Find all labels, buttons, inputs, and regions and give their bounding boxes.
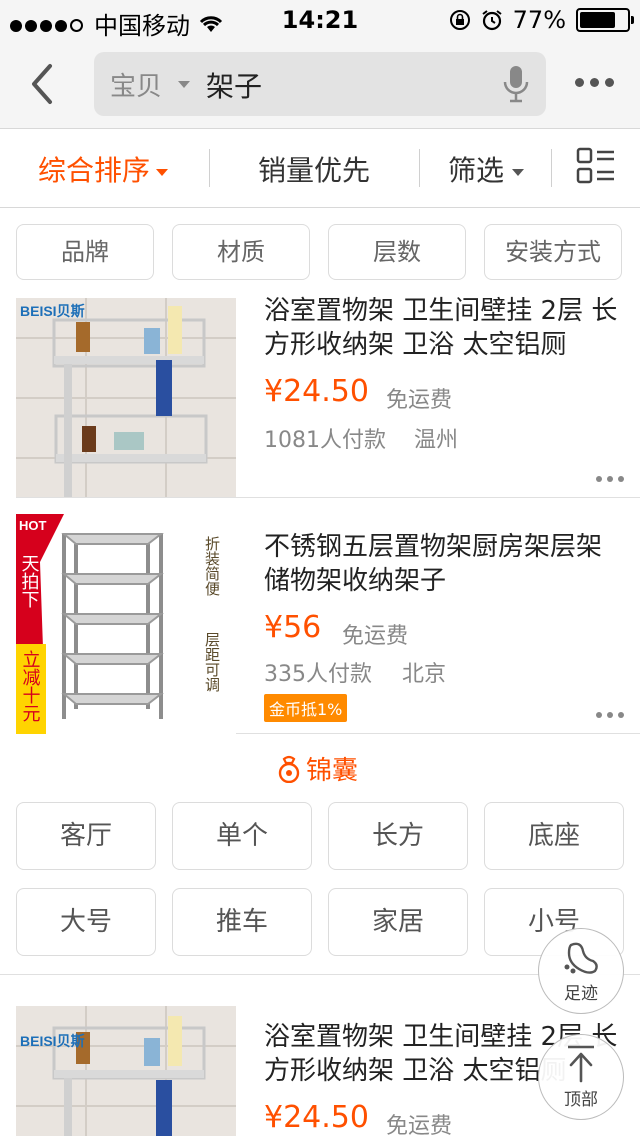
status-bar: 中国移动 14:21 77%	[0, 0, 640, 40]
jinnang-tag[interactable]: 客厅	[16, 802, 156, 870]
item-more-icon[interactable]	[596, 476, 624, 482]
pouch-icon	[278, 755, 300, 783]
status-right: 77%	[449, 6, 634, 34]
back-to-top-label: 顶部	[564, 1090, 598, 1110]
brand-mark: BEISI贝斯	[20, 303, 85, 319]
item-title[interactable]: 不锈钢五层置物架厨房架层架储物架收纳架子	[264, 530, 624, 598]
caret-down-icon	[512, 168, 525, 176]
sort-filter[interactable]: 筛选	[448, 149, 525, 189]
coin-badge: 金币抵1%	[264, 694, 348, 722]
jinnang-label: 锦囊	[306, 756, 359, 786]
filter-tag-brand[interactable]: 品牌	[16, 224, 154, 280]
divider	[209, 149, 210, 187]
microphone-icon[interactable]	[500, 64, 532, 104]
more-icon[interactable]	[575, 78, 614, 87]
sort-comprehensive[interactable]: 综合排序	[38, 149, 169, 189]
item-sold: 1081人付款	[264, 428, 386, 453]
footprint-label: 足迹	[564, 984, 598, 1004]
promo-right-label-1: 折装简便	[203, 536, 221, 597]
divider	[16, 497, 640, 498]
footprint-icon	[564, 942, 598, 974]
filter-tag-material[interactable]: 材质	[172, 224, 310, 280]
battery-fill	[580, 12, 616, 28]
item-location: 温州	[414, 428, 459, 453]
arrow-up-icon	[568, 1045, 594, 1083]
item-shipping: 免运费	[342, 624, 409, 649]
filter-tags: 品牌 材质 层数 安装方式	[0, 208, 640, 298]
item-price: ¥24.50	[264, 1100, 369, 1135]
item-sold: 335人付款	[264, 662, 372, 687]
sort-comprehensive-label: 综合排序	[38, 154, 151, 187]
jinnang-tag[interactable]: 大号	[16, 888, 156, 956]
sort-sales[interactable]: 销量优先	[258, 149, 370, 189]
product-thumbnail: BEISI贝斯	[16, 298, 236, 498]
item-location: 北京	[402, 662, 447, 687]
item-shipping: 免运费	[386, 388, 453, 413]
item-title[interactable]: 浴室置物架 卫生间壁挂 2层 长方形收纳架 卫浴 太空铝厕	[264, 294, 624, 362]
jinnang-tag[interactable]: 推车	[172, 888, 312, 956]
divider	[551, 149, 552, 187]
alarm-icon	[482, 10, 502, 31]
battery-percent: 77%	[512, 6, 566, 34]
jinnang-tag[interactable]: 单个	[172, 802, 312, 870]
item-price: ¥24.50	[264, 374, 369, 409]
list-item[interactable]: BEISI贝斯 浴室置物架 卫生间壁挂 2层 长方形收纳架 卫浴 太空铝厕 ¥2…	[0, 296, 640, 498]
jinnang-tag[interactable]: 底座	[484, 802, 624, 870]
search-scope[interactable]: 宝贝	[110, 66, 162, 103]
brand-mark: BEISI贝斯	[20, 1033, 85, 1049]
item-price: ¥56	[264, 610, 322, 645]
promo-hot-label: HOT	[19, 518, 47, 533]
search-box[interactable]: 宝贝 架子	[94, 52, 546, 116]
filter-tag-install[interactable]: 安装方式	[484, 224, 622, 280]
item-shipping: 免运费	[386, 1114, 453, 1139]
product-thumbnail: BEISI贝斯	[16, 1006, 236, 1136]
battery-icon	[576, 8, 634, 32]
divider	[236, 733, 640, 734]
chevron-down-icon[interactable]	[178, 81, 190, 88]
list-view-icon[interactable]	[576, 146, 616, 186]
sort-bar: 综合排序 销量优先 筛选	[0, 129, 640, 208]
jinnang-header: 锦囊	[276, 750, 358, 787]
promo-right-label-2: 层距可调	[203, 632, 221, 693]
product-thumbnail: HOT 天拍下 立减十元 折装简便 层距可调	[16, 514, 236, 734]
caret-down-icon	[156, 168, 169, 176]
promo-bottom-label: 立减十元	[20, 650, 41, 722]
back-to-top-button[interactable]: 顶部	[538, 1034, 624, 1120]
list-item[interactable]: HOT 天拍下 立减十元 折装简便 层距可调 不锈钢五层置物架厨房架层架储物架收…	[0, 514, 640, 734]
nav-bar: 宝贝 架子	[0, 40, 640, 129]
jinnang-tag[interactable]: 长方	[328, 802, 468, 870]
footprint-button[interactable]: 足迹	[538, 928, 624, 1014]
filter-tag-layers[interactable]: 层数	[328, 224, 466, 280]
back-icon[interactable]	[24, 62, 64, 106]
search-input[interactable]: 架子	[206, 65, 262, 105]
divider	[419, 149, 420, 187]
rotation-lock-icon	[449, 10, 470, 30]
item-more-icon[interactable]	[596, 712, 624, 718]
jinnang-tag[interactable]: 家居	[328, 888, 468, 956]
sort-filter-label: 筛选	[448, 154, 505, 187]
promo-left-label: 天拍下	[19, 554, 40, 608]
